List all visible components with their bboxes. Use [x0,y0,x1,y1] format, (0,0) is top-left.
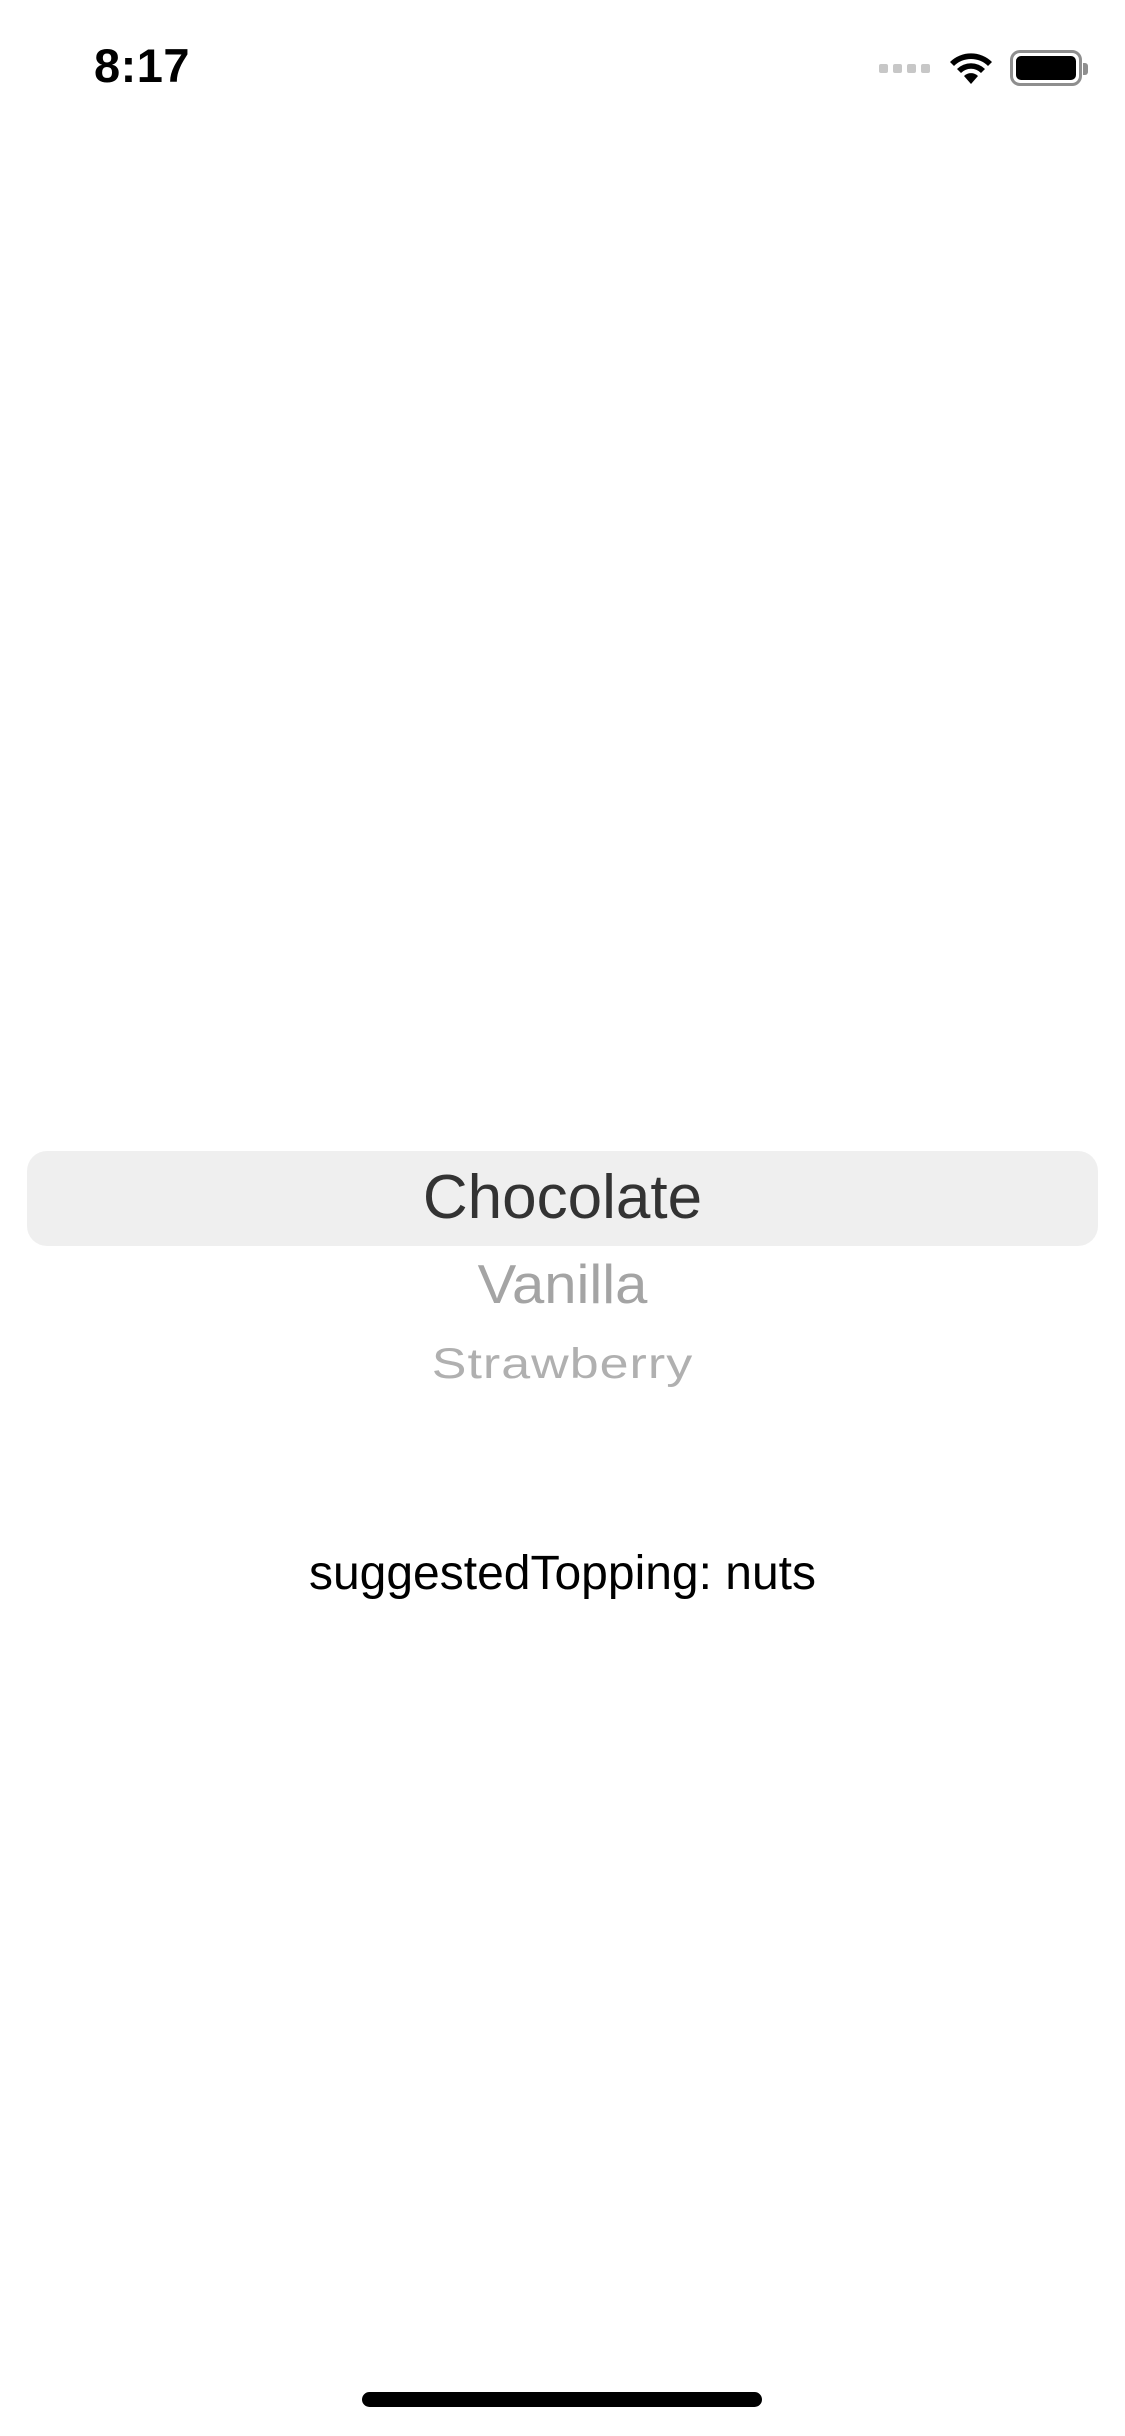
status-time: 8:17 [94,39,191,92]
home-indicator[interactable] [362,2392,762,2407]
picker-option-vanilla[interactable]: Vanilla [27,1254,1098,1317]
picker-option-strawberry[interactable]: Strawberry [27,1341,1098,1387]
suggested-topping-label: suggestedTopping: nuts [308,1547,817,1600]
screen: 8:17 Chocolate Vanilla Strawberry sugges [0,0,1125,2436]
status-bar: 8:17 [0,0,1125,132]
wifi-icon [948,51,994,85]
cellular-signal-icon [879,63,930,73]
status-icons [879,48,1088,88]
picker-option-chocolate[interactable]: Chocolate [27,1162,1098,1234]
battery-icon [1010,50,1088,86]
flavor-picker[interactable]: Chocolate Vanilla Strawberry [27,1100,1098,1400]
